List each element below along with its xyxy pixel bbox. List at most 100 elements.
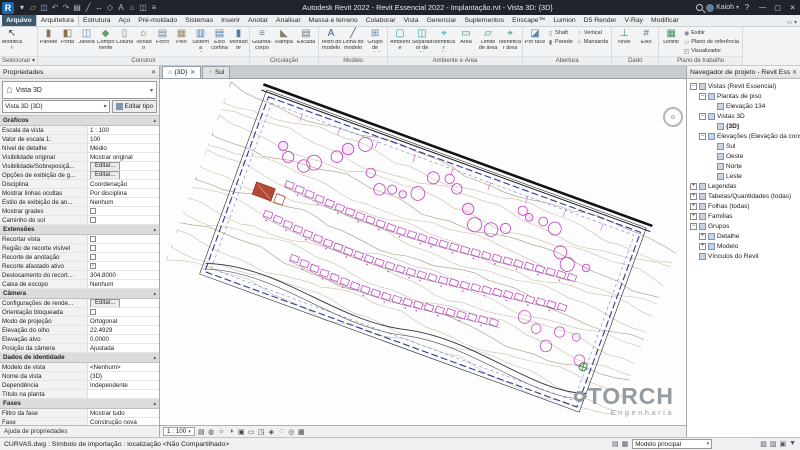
ribbon-tab-gerenciar[interactable]: Gerenciar — [423, 15, 461, 26]
browser-item-elevacao-134[interactable]: Elevação 134 — [687, 101, 800, 111]
ribbon-tab-estrutura[interactable]: Estrutura — [79, 15, 115, 26]
browser-item-leste[interactable]: Leste — [687, 171, 800, 181]
tool-mansarda[interactable]: ⌂Mansarda — [576, 38, 608, 46]
worksets-icon[interactable]: ▤ — [612, 440, 619, 448]
tool-parede[interactable]: ▮Parede — [547, 38, 573, 46]
ribbon-tab-inserir[interactable]: Inserir — [217, 15, 244, 26]
prop-value[interactable]: Coordenação — [88, 180, 159, 188]
ribbon-group-label[interactable]: Dado — [612, 56, 658, 65]
browser-item-modelo[interactable]: +Modelo — [687, 241, 800, 251]
ribbon-tab-v-ray[interactable]: V-Ray — [621, 15, 648, 26]
edit-button[interactable]: Editar... — [90, 299, 120, 307]
maximize-button[interactable]: ▢ — [770, 0, 785, 15]
prop-value[interactable]: ✓ — [88, 262, 159, 270]
checkbox[interactable] — [90, 217, 96, 223]
render-dialog-icon[interactable]: ▣ — [237, 427, 246, 436]
collapse-icon[interactable]: ▴ — [153, 401, 156, 407]
prop-value[interactable] — [88, 235, 159, 243]
edit-button[interactable]: Editar... — [90, 171, 120, 179]
collapse-icon[interactable]: − — [690, 83, 697, 90]
prop-value[interactable]: Editar... — [88, 162, 159, 170]
active-workset-only-icon[interactable]: ▧ — [760, 440, 767, 448]
element-combo[interactable]: Vista 3D {3D} ▾ — [2, 100, 110, 113]
design-options-icon[interactable]: ▦ — [622, 440, 629, 448]
ribbon-tab-colaborar[interactable]: Colaborar — [362, 15, 400, 26]
ribbon-group-label[interactable]: Modelo — [319, 56, 387, 65]
redo-icon[interactable]: ↷ — [61, 0, 71, 15]
tool-modificar[interactable]: ↖Modificar — [1, 28, 23, 56]
browser-item-legendas[interactable]: +Legendas — [687, 181, 800, 191]
prop-section-extensoes[interactable]: Extensões▴ — [0, 225, 159, 235]
type-selector[interactable]: ⌂ Vista 3D ▾ — [2, 81, 157, 99]
tag-icon[interactable]: ◇ — [105, 0, 115, 15]
tool-visualizador[interactable]: ◰Visualizador — [683, 47, 739, 55]
save-icon[interactable]: ◫ — [39, 0, 49, 15]
prop-value[interactable]: Construção nova — [88, 418, 159, 425]
browser-item-tabelas-quantidades-todas[interactable]: +Tabelas/Quantidades (todas) — [687, 191, 800, 201]
prop-value[interactable]: Nenhum — [88, 280, 159, 288]
expand-icon[interactable]: + — [690, 183, 697, 190]
ribbon-tab-analisar[interactable]: Analisar — [272, 15, 305, 26]
ribbon-tab-lumion[interactable]: Lumion — [549, 15, 579, 26]
checkbox[interactable]: ✓ — [90, 263, 96, 269]
navigation-wheel-icon[interactable] — [663, 107, 683, 127]
file-menu-icon[interactable]: ▾ — [17, 0, 27, 15]
checkbox[interactable] — [90, 236, 96, 242]
collapse-icon[interactable]: ▴ — [153, 227, 156, 233]
show-crop-region-icon[interactable]: ◳ — [257, 427, 266, 436]
prop-value[interactable]: Ortogonal — [88, 317, 159, 325]
browser-item-familias[interactable]: +Famílias — [687, 211, 800, 221]
minimize-button[interactable]: — — [755, 0, 770, 15]
tool-componente[interactable]: ◆Componente — [96, 28, 115, 56]
tool-eixo-cortina[interactable]: ▤Eixo cortina — [210, 28, 229, 56]
edit-type-button[interactable]: Editar tipo — [112, 100, 157, 113]
view-tab-3d[interactable]: ⌂{3D}✕ — [162, 66, 201, 78]
search-icon[interactable] — [696, 4, 703, 11]
tool-parede[interactable]: ▮Parede — [39, 28, 58, 56]
ribbon-group-label[interactable]: Plano de trabalho — [659, 56, 742, 65]
ribbon-tab-sistemas[interactable]: Sistemas — [181, 15, 217, 26]
tool-identificar-ambiente[interactable]: ⌖Identificar ambiente — [433, 28, 455, 56]
browser-item-vinculos-do-revit[interactable]: Vínculos do Revit — [687, 251, 800, 261]
prop-value[interactable]: {3D} — [88, 372, 159, 380]
tool-montante[interactable]: ▮Montante — [229, 28, 248, 56]
thin-lines-icon[interactable]: ≡ — [149, 0, 159, 15]
expand-icon[interactable]: + — [690, 213, 697, 220]
tool-nivel[interactable]: ⊥Nível — [613, 28, 635, 56]
tool-definir[interactable]: ▦Definir — [660, 28, 682, 56]
reveal-hidden-elements-icon[interactable]: ◎ — [287, 427, 296, 436]
ribbon-group-label[interactable]: Selecionar ▾ — [0, 56, 37, 65]
temporary-view-properties-icon[interactable]: ▦ — [297, 427, 306, 436]
prop-value[interactable] — [88, 207, 159, 215]
view-tab-sul[interactable]: ◔Sul — [202, 66, 230, 78]
prop-value[interactable]: Mostrar original — [88, 153, 159, 161]
lock-3d-orientation-icon[interactable]: ◈ — [267, 427, 276, 436]
expand-icon[interactable]: + — [699, 243, 706, 250]
collapse-icon[interactable]: ▴ — [153, 355, 156, 361]
collapse-icon[interactable]: − — [699, 93, 706, 100]
browser-item-3d[interactable]: {3D} — [687, 121, 800, 131]
ribbon-tab-enscape[interactable]: Enscape™ — [508, 15, 549, 26]
tool-porta[interactable]: ◧Porta — [58, 28, 77, 56]
prop-value[interactable]: Independente — [88, 381, 159, 389]
close-icon[interactable]: ✕ — [190, 69, 195, 76]
checkbox[interactable] — [90, 245, 96, 251]
undo-icon[interactable]: ↶ — [50, 0, 60, 15]
tool-vertical[interactable]: ↕Vertical — [576, 29, 608, 37]
selection-filter-icon[interactable]: ▼ — [789, 440, 796, 448]
prop-value[interactable]: Mostrar tudo — [88, 409, 159, 417]
ribbon-cycle-icon[interactable]: ▭ — [786, 19, 792, 26]
ribbon-group-label[interactable]: Construir — [38, 56, 249, 65]
exclude-options-icon[interactable]: ▨ — [770, 440, 777, 448]
tool-grupo-de-modelos[interactable]: ⊞Grupo de modelos — [364, 28, 386, 56]
prop-value[interactable]: Editar... — [88, 299, 159, 307]
prop-section-dados-de-identidade[interactable]: Dados de identidade▴ — [0, 353, 159, 363]
ribbon-minimize-icon[interactable]: ▾ — [794, 19, 797, 26]
tool-identificar-area[interactable]: ⌖Identificar área — [499, 28, 521, 56]
ribbon-tab-vista[interactable]: Vista — [400, 15, 423, 26]
ribbon-group-label[interactable]: Ambiente e Área — [388, 56, 522, 65]
close-button[interactable]: ✕ — [785, 0, 800, 15]
text-icon[interactable]: A — [116, 0, 126, 15]
collapse-icon[interactable]: − — [699, 133, 706, 140]
tool-exibir[interactable]: ◉Exibir — [683, 29, 739, 37]
